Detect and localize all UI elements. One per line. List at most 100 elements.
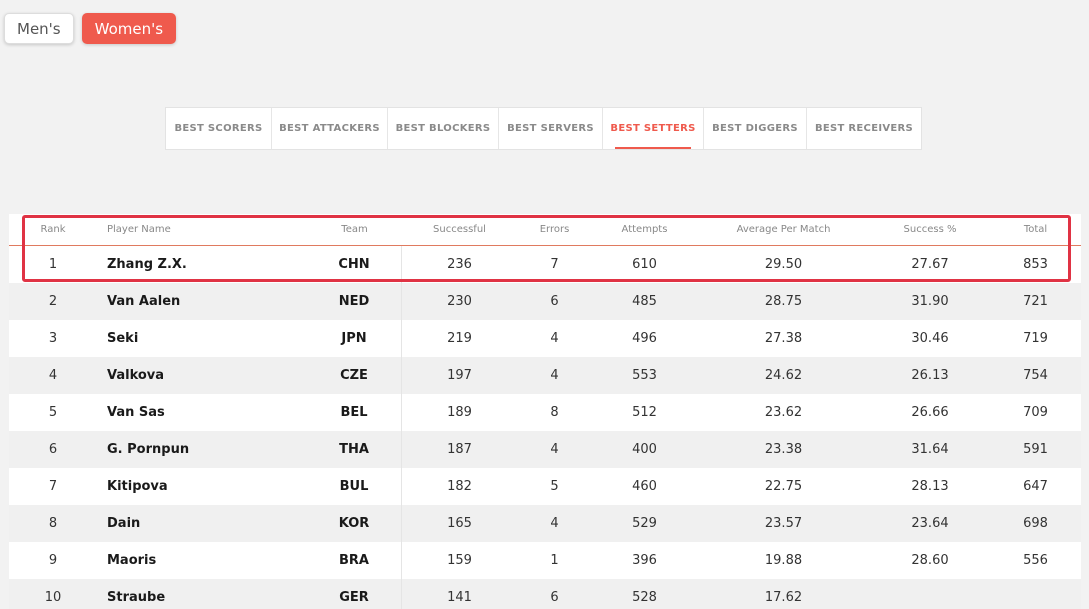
- cell-total: 853: [1023, 257, 1048, 272]
- cell-total: 709: [1023, 405, 1048, 420]
- cell-average-per-match: 24.62: [764, 368, 803, 383]
- table-body: 1 Zhang Z.X. CHN 236 7 610 29.50 27.67 853 2 Van A…: [9, 246, 1081, 609]
- cell-errors: 6: [550, 590, 559, 605]
- table-row[interactable]: 6 G. Pornpun THA 187 4 400 23.38 31.64 591: [9, 431, 1081, 468]
- cell-average-per-match: 23.38: [764, 442, 803, 457]
- cell-errors: 4: [550, 442, 559, 457]
- cell-rank: 6: [48, 442, 58, 457]
- cell-rank: 5: [48, 405, 58, 420]
- tab-best-diggers[interactable]: BEST DIGGERS: [704, 108, 807, 149]
- table-row[interactable]: 3 Seki JPN 219 4 496 27.38 30.46 719: [9, 320, 1081, 357]
- table-row[interactable]: 2 Van Aalen NED 230 6 485 28.75 31.90 721: [9, 283, 1081, 320]
- cell-successful: 236: [447, 257, 472, 272]
- cell-player-name: Dain: [107, 516, 141, 531]
- tab-best-scorers[interactable]: BEST SCORERS: [166, 108, 272, 149]
- cell-total: 754: [1023, 368, 1048, 383]
- cell-average-per-match: 27.38: [764, 331, 803, 346]
- cell-team: CZE: [307, 357, 402, 394]
- cell-player-name: Kitipova: [107, 479, 168, 494]
- cell-success-pct: 27.67: [911, 257, 949, 272]
- table-row[interactable]: 10 Straube GER 141 6 528 17.62: [9, 579, 1081, 609]
- mens-button[interactable]: Men's: [4, 13, 74, 44]
- tab-best-setters[interactable]: BEST SETTERS: [603, 108, 704, 149]
- header-errors[interactable]: Errors: [517, 224, 592, 235]
- setters-table: Rank Player Name Team Successful Errors …: [9, 214, 1081, 609]
- tab-best-attackers[interactable]: BEST ATTACKERS: [272, 108, 388, 149]
- cell-player-name: Van Sas: [107, 405, 165, 420]
- cell-rank: 4: [48, 368, 58, 383]
- cell-attempts: 610: [632, 257, 657, 272]
- tab-best-blockers[interactable]: BEST BLOCKERS: [388, 108, 499, 149]
- cell-errors: 6: [550, 294, 559, 309]
- cell-success-pct: 31.64: [911, 442, 949, 457]
- header-average-per-match[interactable]: Average Per Match: [697, 224, 870, 235]
- header-success-pct[interactable]: Success %: [870, 224, 990, 235]
- cell-successful: 141: [447, 590, 472, 605]
- cell-errors: 4: [550, 331, 559, 346]
- cell-successful: 187: [447, 442, 472, 457]
- cell-rank: 2: [48, 294, 58, 309]
- cell-success-pct: 31.90: [911, 294, 949, 309]
- womens-button[interactable]: Women's: [81, 13, 177, 44]
- header-successful[interactable]: Successful: [402, 224, 517, 235]
- cell-total: 698: [1023, 516, 1048, 531]
- header-player-name[interactable]: Player Name: [97, 224, 307, 235]
- tab-best-receivers[interactable]: BEST RECEIVERS: [807, 108, 921, 149]
- cell-errors: 8: [550, 405, 559, 420]
- cell-success-pct: 26.13: [911, 368, 949, 383]
- cell-successful: 197: [447, 368, 472, 383]
- cell-player-name: Valkova: [107, 368, 165, 383]
- header-team[interactable]: Team: [307, 224, 402, 235]
- cell-team: BRA: [307, 542, 402, 579]
- cell-player-name: G. Pornpun: [107, 442, 190, 457]
- table-row[interactable]: 1 Zhang Z.X. CHN 236 7 610 29.50 27.67 853: [9, 246, 1081, 283]
- cell-attempts: 528: [632, 590, 657, 605]
- cell-successful: 159: [447, 553, 472, 568]
- table-row[interactable]: 4 Valkova CZE 197 4 553 24.62 26.13 754: [9, 357, 1081, 394]
- table-row[interactable]: 7 Kitipova BUL 182 5 460 22.75 28.13 647: [9, 468, 1081, 505]
- cell-successful: 189: [447, 405, 472, 420]
- cell-player-name: Seki: [107, 331, 139, 346]
- tab-best-servers[interactable]: BEST SERVERS: [499, 108, 603, 149]
- cell-player-name: Maoris: [107, 553, 157, 568]
- cell-successful: 182: [447, 479, 472, 494]
- table-row[interactable]: 5 Van Sas BEL 189 8 512 23.62 26.66 709: [9, 394, 1081, 431]
- cell-success-pct: 30.46: [911, 331, 949, 346]
- header-attempts[interactable]: Attempts: [592, 224, 697, 235]
- cell-attempts: 460: [632, 479, 657, 494]
- cell-team: CHN: [307, 246, 402, 283]
- cell-average-per-match: 17.62: [764, 590, 803, 605]
- cell-total: 719: [1023, 331, 1048, 346]
- stats-tabs: BEST SCORERS BEST ATTACKERS BEST BLOCKER…: [165, 107, 922, 150]
- cell-total: 556: [1023, 553, 1048, 568]
- table-row[interactable]: 9 Maoris BRA 159 1 396 19.88 28.60 556: [9, 542, 1081, 579]
- header-rank[interactable]: Rank: [9, 224, 97, 235]
- cell-errors: 4: [550, 368, 559, 383]
- cell-success-pct: 26.66: [911, 405, 949, 420]
- cell-attempts: 529: [632, 516, 657, 531]
- cell-attempts: 553: [632, 368, 657, 383]
- header-total[interactable]: Total: [990, 224, 1081, 235]
- table-row[interactable]: 8 Dain KOR 165 4 529 23.57 23.64 698: [9, 505, 1081, 542]
- cell-player-name: Zhang Z.X.: [107, 257, 187, 272]
- cell-total: 721: [1023, 294, 1048, 309]
- cell-team: NED: [307, 283, 402, 320]
- cell-team: GER: [307, 579, 402, 609]
- cell-average-per-match: 19.88: [764, 553, 803, 568]
- cell-attempts: 485: [632, 294, 657, 309]
- cell-attempts: 512: [632, 405, 657, 420]
- cell-errors: 5: [550, 479, 559, 494]
- table-header: Rank Player Name Team Successful Errors …: [9, 214, 1081, 246]
- cell-team: THA: [307, 431, 402, 468]
- cell-rank: 10: [44, 590, 62, 605]
- cell-total: 591: [1023, 442, 1048, 457]
- cell-errors: 4: [550, 516, 559, 531]
- cell-success-pct: 28.13: [911, 479, 949, 494]
- cell-average-per-match: 23.62: [764, 405, 803, 420]
- cell-total: 647: [1023, 479, 1048, 494]
- cell-player-name: Van Aalen: [107, 294, 181, 309]
- cell-successful: 219: [447, 331, 472, 346]
- cell-success-pct: [870, 579, 990, 609]
- cell-average-per-match: 29.50: [764, 257, 803, 272]
- gender-toggle: Men's Women's: [4, 13, 177, 44]
